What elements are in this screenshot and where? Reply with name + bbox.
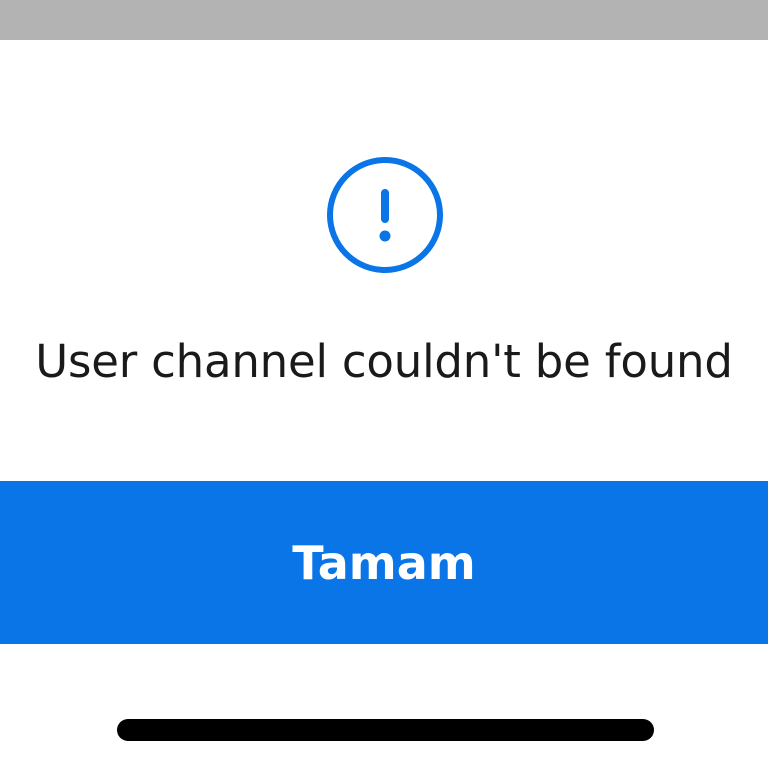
status-bar-backdrop — [0, 0, 768, 40]
alert-message: User channel couldn't be found — [35, 335, 733, 388]
exclamation-circle-icon — [327, 157, 443, 273]
alert-dialog — [0, 40, 768, 768]
home-indicator — [117, 719, 654, 741]
ok-button[interactable]: Tamam — [0, 481, 768, 644]
